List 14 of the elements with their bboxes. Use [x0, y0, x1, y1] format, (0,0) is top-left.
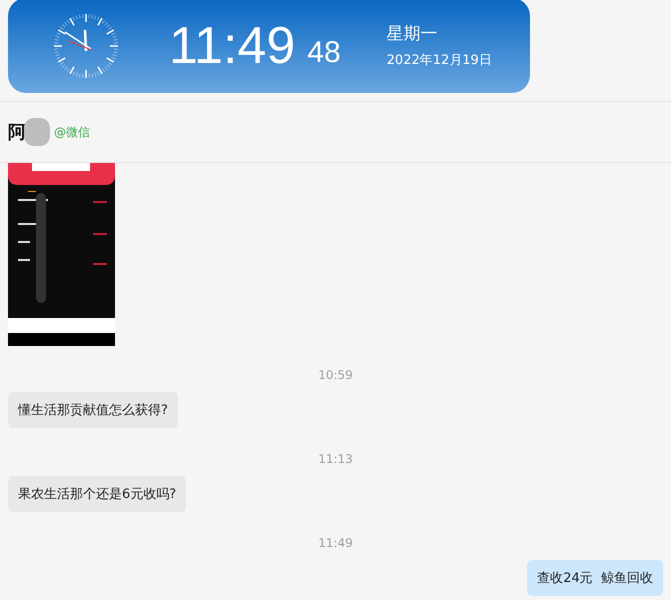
incoming-message: 果农生活那个还是6元收吗? — [8, 476, 186, 512]
blurred-name-mask — [24, 118, 50, 146]
clock-time: 11:49 — [169, 20, 296, 72]
outgoing-message: 查收24元 鲸鱼回收 — [527, 560, 663, 596]
weekday-label: 星期一 — [386, 23, 439, 45]
message-time: 11:13 — [318, 452, 353, 466]
clock-seconds: 48 — [307, 36, 341, 70]
message-time: 10:59 — [318, 368, 353, 382]
message-time: 11:49 — [318, 536, 353, 550]
analog-clock-icon — [53, 12, 119, 78]
date-label: 2022年12月19日 — [386, 52, 492, 69]
contact-name: 阿 — [8, 121, 26, 144]
incoming-message: 懂生活那贡献值怎么获得? — [8, 392, 178, 428]
contact-source: @微信 — [54, 124, 90, 140]
